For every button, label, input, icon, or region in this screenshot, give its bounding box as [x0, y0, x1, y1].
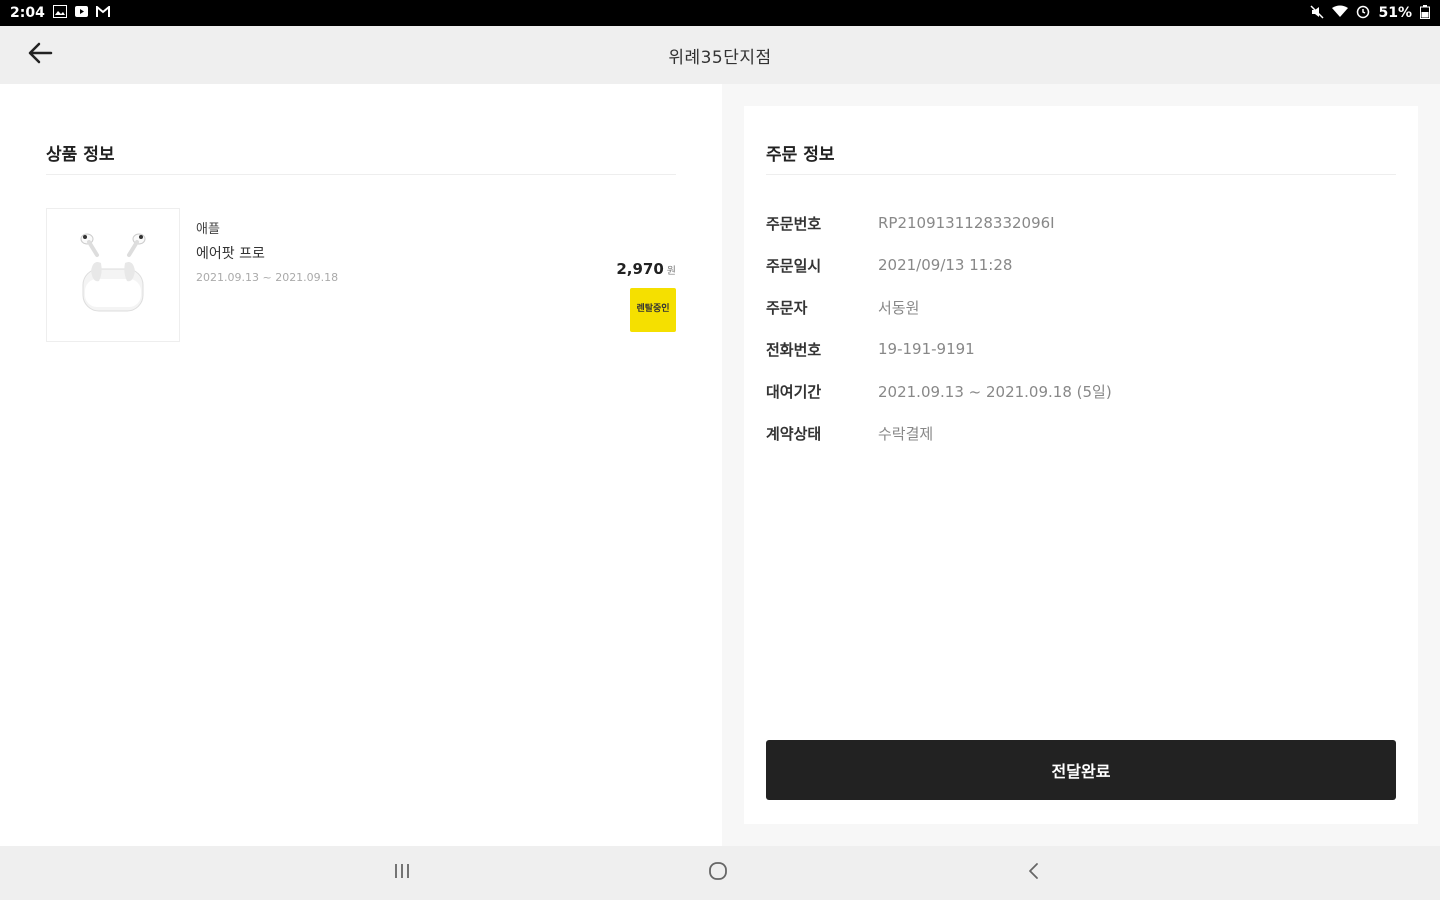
recents-icon: [392, 862, 412, 884]
orderer-value: 서동원: [878, 298, 920, 317]
product-info: 애플 에어팟 프로 2021.09.13 ~ 2021.09.18: [196, 218, 338, 284]
order-row-number: 주문번호 RP2109131128332096I: [766, 202, 1112, 244]
phone-value: 19-191-9191: [878, 340, 975, 358]
play-icon: [74, 5, 88, 21]
order-number-value: RP2109131128332096I: [878, 214, 1055, 232]
wifi-icon: [1332, 5, 1349, 21]
order-panel: 주문 정보 주문번호 RP2109131128332096I 주문일시 2021…: [722, 84, 1440, 846]
back-icon: [1027, 861, 1041, 885]
arrow-left-icon: [27, 42, 53, 68]
contract-status-label: 계약상태: [766, 424, 822, 443]
product-name: 에어팟 프로: [196, 246, 265, 262]
mute-icon: [1310, 4, 1325, 22]
image-icon: [52, 5, 67, 21]
product-price: 2,970 원: [616, 260, 676, 278]
product-price-value: 2,970: [616, 260, 664, 278]
order-row-orderer: 주문자 서동원: [766, 286, 1112, 328]
status-bar-right: 51%: [1310, 4, 1430, 22]
product-brand: 애플: [196, 222, 220, 237]
order-section-title: 주문 정보: [766, 145, 835, 165]
status-time: 2:04: [10, 5, 45, 21]
status-bar: 2:04 51%: [0, 0, 1440, 26]
order-row-contract-status: 계약상태 수락결제: [766, 412, 1112, 454]
product-section-divider: [46, 174, 676, 175]
order-row-phone: 전화번호 19-191-9191: [766, 328, 1112, 370]
order-row-datetime: 주문일시 2021/09/13 11:28: [766, 244, 1112, 286]
product-section-title: 상품 정보: [46, 145, 115, 165]
product-price-unit: 원: [666, 266, 676, 277]
contract-status-value: 수락결제: [878, 424, 934, 443]
order-section-divider: [766, 174, 1396, 175]
product-period: 2021.09.13 ~ 2021.09.18: [196, 271, 339, 284]
airpods-pro-image: [80, 233, 146, 312]
rental-period-value: 2021.09.13 ~ 2021.09.18 (5일): [878, 382, 1112, 401]
orderer-label: 주문자: [766, 298, 808, 317]
page-title: 위례35단지점: [668, 47, 772, 68]
delivery-complete-button[interactable]: 전달완료: [766, 740, 1396, 800]
order-datetime-label: 주문일시: [766, 256, 822, 275]
battery-percent: 51%: [1378, 5, 1412, 21]
home-button[interactable]: [698, 858, 738, 888]
order-row-rental-period: 대여기간 2021.09.13 ~ 2021.09.18 (5일): [766, 370, 1112, 412]
recents-button[interactable]: [382, 858, 422, 888]
order-datetime-value: 2021/09/13 11:28: [878, 256, 1013, 274]
product-panel: 상품 정보 애플 에어팟 프로 2021.09.13 ~ 2021.09.18 …: [0, 84, 722, 846]
order-card: 주문 정보 주문번호 RP2109131128332096I 주문일시 2021…: [744, 106, 1418, 824]
home-icon: [707, 860, 729, 886]
alarm-icon: [1356, 5, 1370, 22]
product-image: [46, 208, 180, 342]
status-bar-left: 2:04: [10, 4, 110, 21]
battery-icon: [1420, 4, 1430, 22]
app-bar: 위례35단지점: [0, 26, 1440, 84]
back-button[interactable]: [22, 40, 58, 70]
phone-label: 전화번호: [766, 340, 822, 359]
order-number-label: 주문번호: [766, 214, 822, 233]
nav-back-button[interactable]: [1014, 858, 1054, 888]
rental-status-badge[interactable]: 렌탈중인: [630, 288, 676, 332]
mail-icon: [95, 4, 110, 21]
rental-period-label: 대여기간: [766, 382, 822, 401]
system-nav-bar: [0, 846, 1440, 900]
order-details: 주문번호 RP2109131128332096I 주문일시 2021/09/13…: [766, 202, 1112, 454]
